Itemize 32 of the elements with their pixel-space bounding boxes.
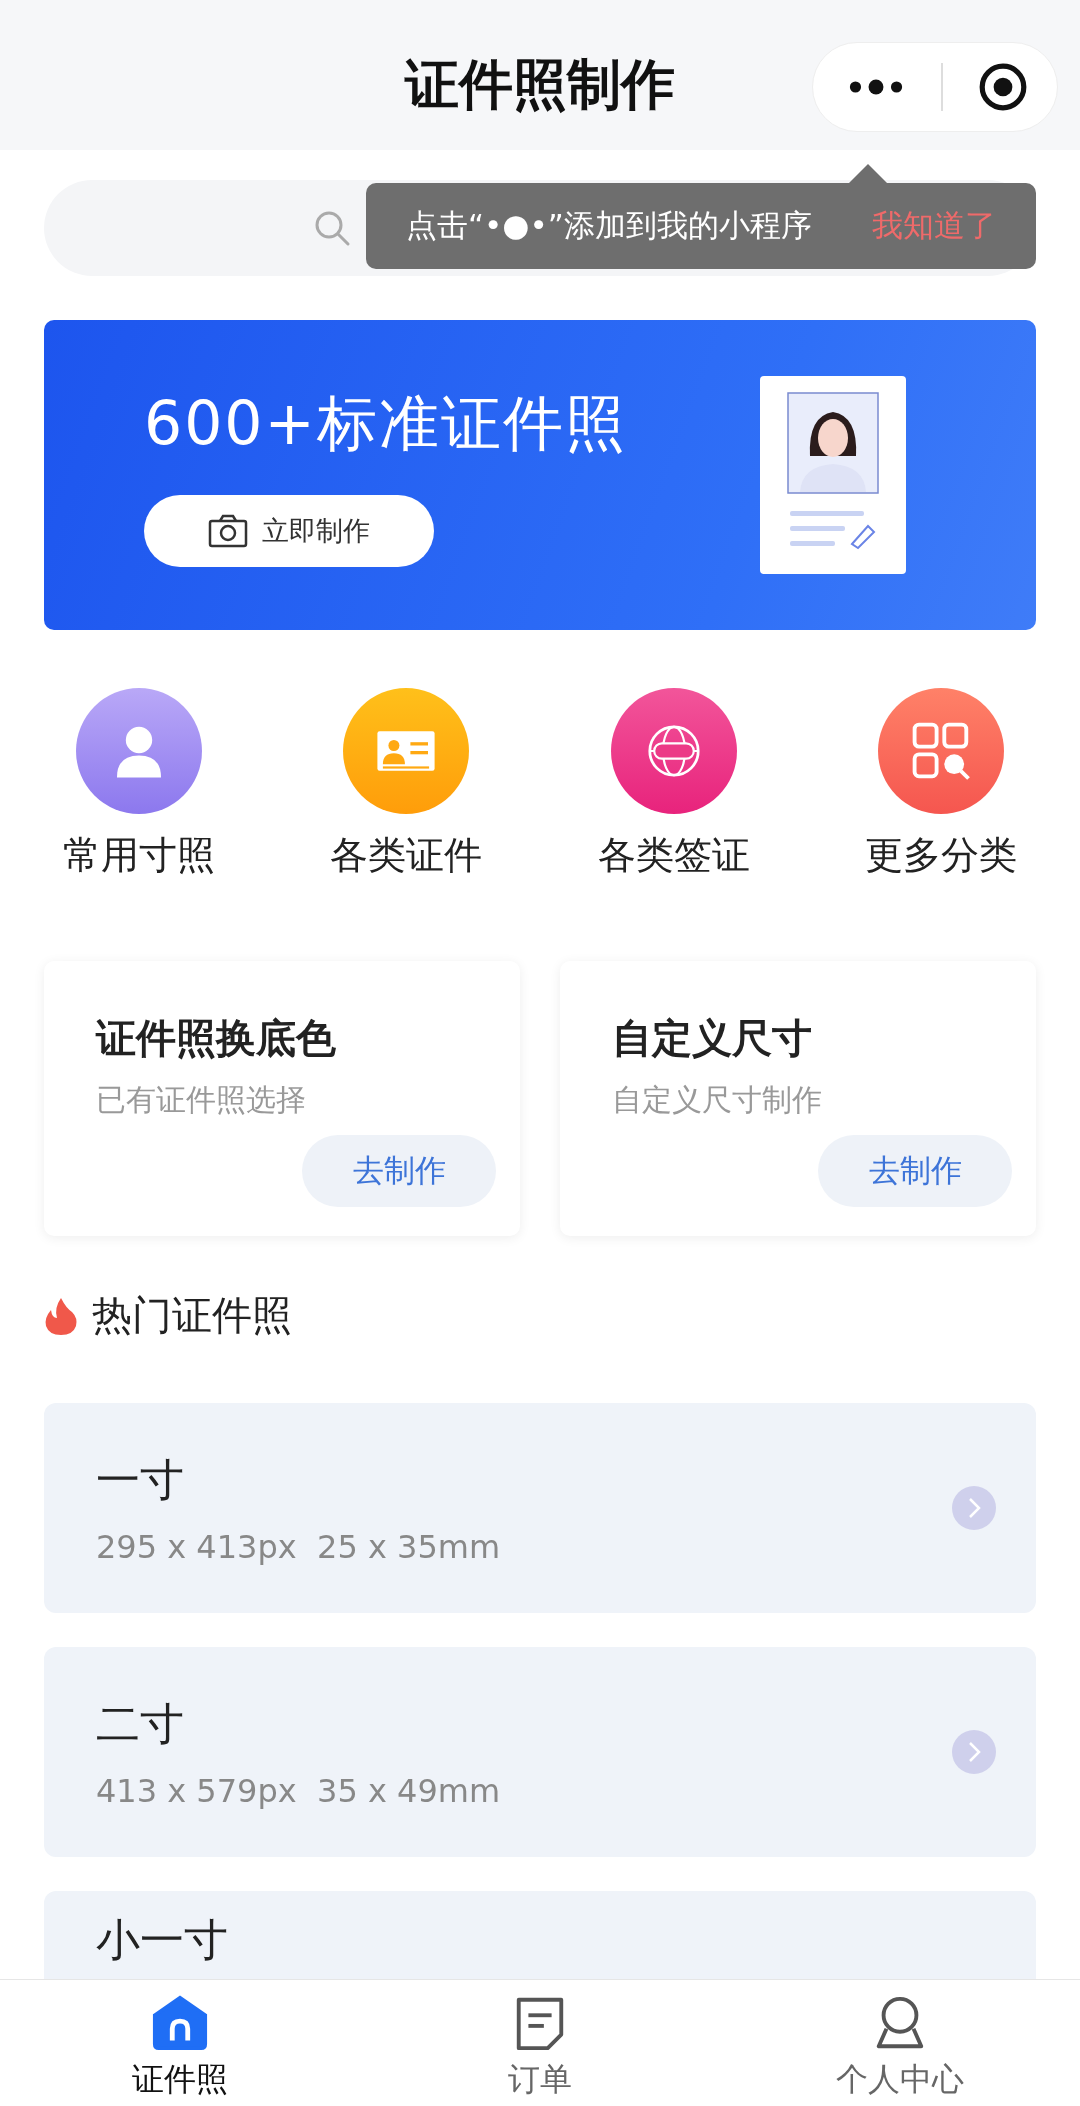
make-now-button[interactable]: 立即制作 <box>144 494 434 567</box>
banner-title: 600+标准证件照 <box>144 386 627 460</box>
tab[interactable]: 个人中心 <box>770 1980 1030 2106</box>
category-label[interactable]: 各类证件 <box>330 830 483 881</box>
chevron-right-icon <box>952 1486 996 1530</box>
size-spec: 413 x 579px 35 x 49mm <box>96 1771 501 1810</box>
photo-size-item[interactable]: 一寸 295 x 413px 25 x 35mm <box>44 1403 1036 1613</box>
promo-banner[interactable]: 600+标准证件照 立即制作 <box>44 320 1036 630</box>
size-name: 二寸 <box>96 1696 185 1751</box>
tool-subtitle: 自定义尺寸制作 <box>612 1081 823 1119</box>
size-name: 小一寸 <box>96 1913 228 1967</box>
tool-title: 证件照换底色 <box>96 1014 337 1063</box>
category-label[interactable]: 常用寸照 <box>63 830 215 881</box>
home-icon <box>151 1994 209 2052</box>
size-name: 一寸 <box>96 1452 185 1507</box>
tip-text: 点击“•●•”添加到我的小程序 <box>406 206 812 245</box>
tool-title: 自定义尺寸 <box>612 1014 813 1063</box>
make-button[interactable]: 去制作 <box>302 1135 496 1207</box>
make-button[interactable]: 去制作 <box>818 1135 1012 1207</box>
section-title: 热门证件照 <box>92 1291 292 1340</box>
photo-size-item[interactable]: 小一寸 <box>44 1891 1036 1979</box>
category-label[interactable]: 更多分类 <box>865 830 1017 881</box>
tool-subtitle: 已有证件照选择 <box>96 1081 307 1119</box>
tab[interactable]: 证件照 <box>50 1980 310 2106</box>
photo-size-item[interactable]: 二寸 413 x 579px 35 x 49mm <box>44 1647 1036 1857</box>
size-spec: 295 x 413px 25 x 35mm <box>96 1527 501 1566</box>
category-label[interactable]: 各类签证 <box>597 830 750 881</box>
tab[interactable]: 订单 <box>410 1980 670 2106</box>
camera-icon <box>208 513 248 548</box>
page-title: 证件照制作 <box>405 51 675 118</box>
chevron-right-icon <box>952 1730 996 1774</box>
more-icon[interactable] <box>848 77 904 97</box>
